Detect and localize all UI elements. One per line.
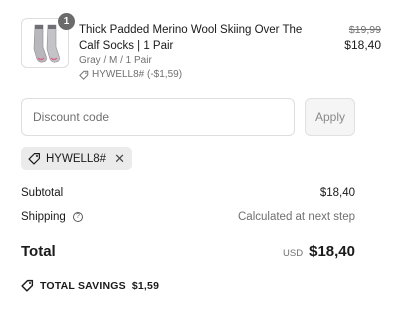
shipping-row: Shipping ? Calculated at next step <box>21 211 355 223</box>
discount-code-input[interactable] <box>21 98 295 136</box>
total-amount-wrap: USD $18,40 <box>283 243 355 260</box>
tag-icon <box>28 153 40 165</box>
line-item-discount: HYWELL8# (-$1,59) <box>79 69 182 80</box>
total-row: Total USD $18,40 <box>21 243 355 260</box>
product-variant: Gray / M / 1 Pair <box>79 55 152 66</box>
currency-code: USD <box>283 248 304 259</box>
total-savings: TOTAL SAVINGS $1,59 <box>21 279 159 292</box>
subtotal-label: Subtotal <box>21 187 64 199</box>
tag-icon <box>21 279 34 292</box>
tag-icon <box>79 70 89 80</box>
order-line-item: 1 Thick Padded Merino Wool Skiing Over T… <box>21 13 381 80</box>
help-icon[interactable]: ? <box>72 211 83 222</box>
original-price: $19,99 <box>348 24 381 36</box>
quantity-badge: 1 <box>58 13 75 30</box>
total-value: $18,40 <box>309 243 355 260</box>
savings-label: TOTAL SAVINGS <box>40 279 126 292</box>
product-price: $18,40 <box>344 38 381 52</box>
subtotal-value: $18,40 <box>319 187 355 199</box>
shipping-value: Calculated at next step <box>238 211 355 223</box>
line-item-discount-label: HYWELL8# (-$1,59) <box>92 69 183 80</box>
subtotal-row: Subtotal $18,40 <box>21 187 355 199</box>
apply-button[interactable]: Apply <box>305 98 355 136</box>
product-title: Thick Padded Merino Wool Skiing Over The… <box>79 24 303 52</box>
remove-discount-close-icon[interactable]: ✕ <box>114 151 125 167</box>
applied-discount-code: HYWELL8# <box>46 152 107 165</box>
socks-icon <box>33 24 60 63</box>
applied-discount-chip: HYWELL8# ✕ <box>21 147 132 170</box>
shipping-label: Shipping <box>21 211 66 223</box>
total-label: Total <box>21 243 56 260</box>
shipping-label-wrap: Shipping ? <box>21 211 83 223</box>
savings-value: $1,59 <box>131 279 160 292</box>
